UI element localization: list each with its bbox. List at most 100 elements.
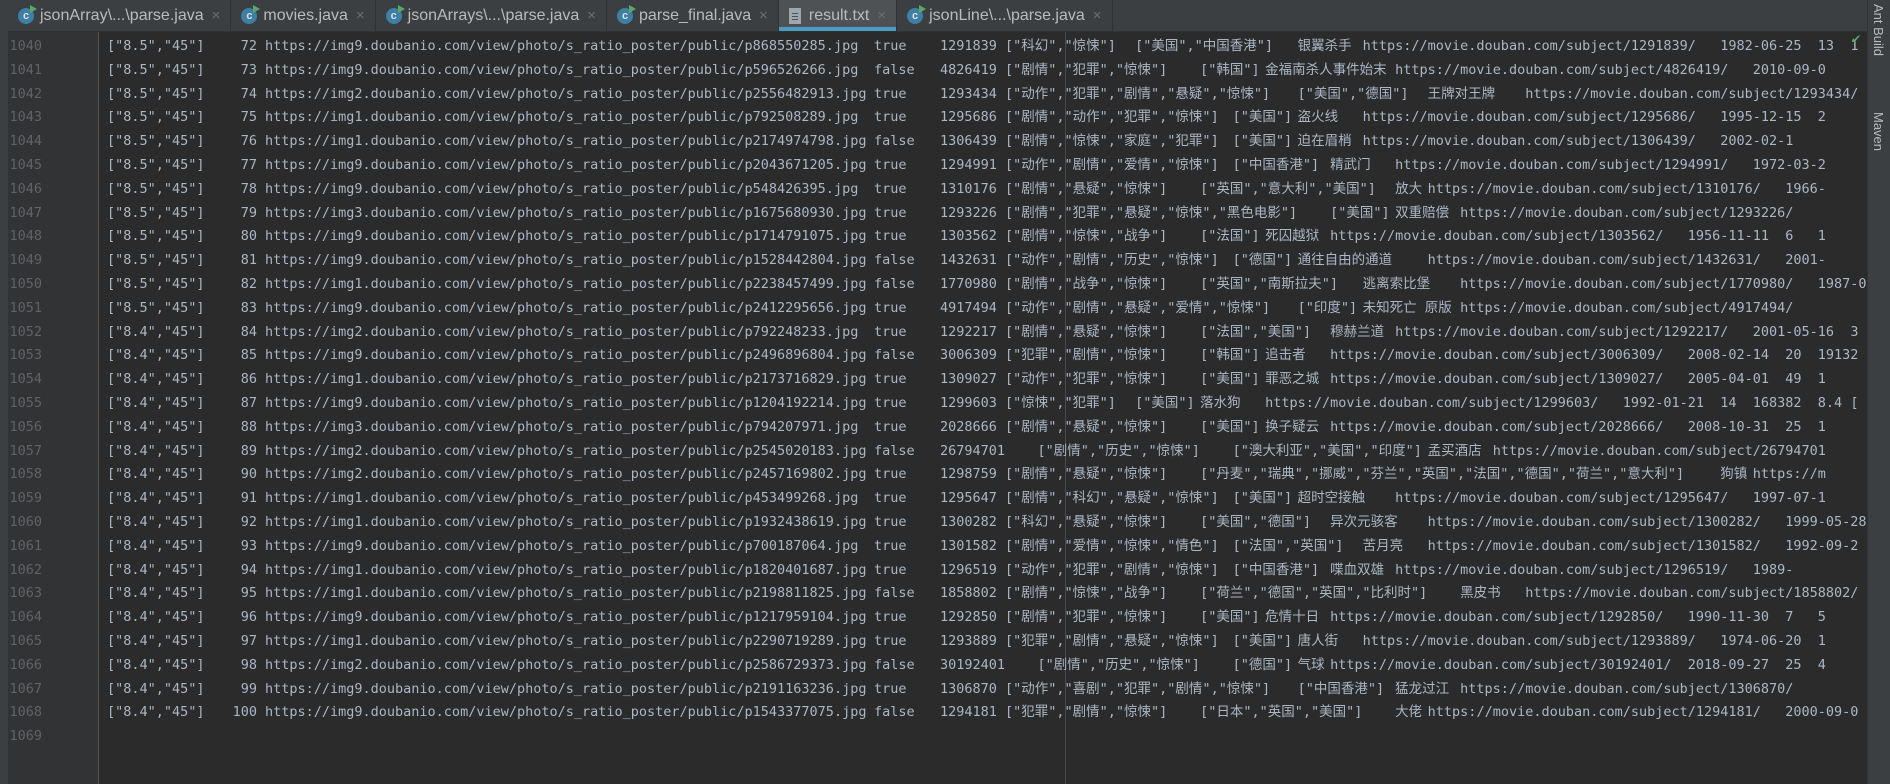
line-number: 1053: [9, 347, 42, 364]
playable-flag-cell: true: [874, 609, 907, 626]
line-number: 1040: [9, 38, 42, 54]
tab-jsonarrays-parse-java[interactable]: c jsonArrays\...\parse.java ×: [376, 0, 608, 31]
text-line[interactable]: 1050 ["8.5","45"] 82 https://img1.doubanio.…: [8, 272, 1868, 296]
text-line[interactable]: 1062 ["8.4","45"] 94 https://img1.doubanio.…: [8, 558, 1868, 582]
line-number: 1046: [9, 180, 42, 197]
text-line[interactable]: 1066 ["8.4","45"] 98 https://img2.doubanio.…: [8, 653, 1868, 677]
text-line[interactable]: 1051 ["8.5","45"] 83 https://img9.doubanio.…: [8, 296, 1868, 320]
line-number: 1055: [9, 395, 42, 411]
rank-cell: 85: [240, 347, 257, 364]
close-tab-icon[interactable]: ×: [356, 7, 365, 24]
inspection-ok-icon[interactable]: ✔: [1852, 31, 1860, 47]
tab-jsonline-parse-java[interactable]: c jsonLine\...\parse.java ×: [897, 0, 1113, 31]
rating-cell: ["8.4","45"]: [107, 490, 205, 507]
poster-url-cell: https://img9.doubanio.com/view/photo/s_r…: [265, 252, 867, 269]
text-line[interactable]: 1060 ["8.4","45"] 92 https://img1.doubanio.…: [8, 510, 1868, 534]
text-line[interactable]: 1055 ["8.4","45"] 87 https://img9.doubanio.…: [8, 391, 1868, 415]
text-line[interactable]: 1065 ["8.4","45"] 97 https://img1.doubanio.…: [8, 629, 1868, 653]
playable-flag-cell: false: [874, 442, 915, 459]
line-number: 1060: [9, 514, 42, 530]
poster-url-cell: https://img1.doubanio.com/view/photo/s_r…: [265, 371, 867, 388]
poster-url-cell: https://img9.doubanio.com/view/photo/s_r…: [265, 228, 867, 245]
poster-url-cell: https://img1.doubanio.com/view/photo/s_r…: [265, 133, 867, 150]
poster-url-cell: https://img1.doubanio.com/view/photo/s_r…: [265, 633, 867, 649]
close-tab-icon[interactable]: ×: [587, 7, 596, 24]
poster-url-cell: https://img2.doubanio.com/view/photo/s_r…: [265, 656, 867, 673]
poster-url-cell: https://img1.doubanio.com/view/photo/s_r…: [265, 561, 867, 578]
remaining-fields: 1295647 ["剧情","科幻","悬疑","惊悚"] ["美国"] 超时空…: [940, 490, 1826, 507]
rank-cell: 92: [240, 514, 257, 530]
text-editor[interactable]: 1040 ["8.5","45"] 72 https://img9.doubanio.…: [8, 32, 1868, 784]
rank-cell: 99: [240, 680, 257, 697]
text-line[interactable]: 1049 ["8.5","45"] 81 https://img9.doubanio.…: [8, 248, 1868, 272]
text-line[interactable]: 1046 ["8.5","45"] 78 https://img9.doubanio.…: [8, 177, 1868, 201]
poster-url-cell: https://img2.doubanio.com/view/photo/s_r…: [265, 466, 867, 483]
text-line[interactable]: 1059 ["8.4","45"] 91 https://img1.doubanio.…: [8, 486, 1868, 510]
text-line[interactable]: 1052 ["8.4","45"] 84 https://img2.doubanio.…: [8, 320, 1868, 344]
text-line[interactable]: 1054 ["8.4","45"] 86 https://img1.doubanio.…: [8, 367, 1868, 391]
tab-label: jsonLine\...\parse.java: [929, 6, 1085, 24]
line-number: 1044: [9, 133, 42, 150]
playable-flag-cell: true: [874, 514, 907, 530]
text-line[interactable]: 1063 ["8.4","45"] 95 https://img1.doubanio.…: [8, 581, 1868, 605]
text-line[interactable]: 1045 ["8.5","45"] 77 https://img9.doubanio.…: [8, 153, 1868, 177]
line-number: 1069: [9, 728, 42, 745]
text-line[interactable]: 1044 ["8.5","45"] 76 https://img1.doubanio.…: [8, 129, 1868, 153]
remaining-fields: 1306870 ["动作","喜剧","犯罪","剧情","惊悚"] ["中国香…: [940, 680, 1794, 697]
playable-flag-cell: true: [874, 418, 907, 435]
text-line[interactable]: 1040 ["8.5","45"] 72 https://img9.doubanio.…: [8, 34, 1868, 58]
line-number: 1062: [9, 561, 42, 578]
rank-cell: 82: [240, 276, 257, 292]
playable-flag-cell: true: [874, 633, 907, 649]
rating-cell: ["8.5","45"]: [107, 252, 205, 269]
tab-movies-java[interactable]: c movies.java ×: [231, 0, 376, 31]
rating-cell: ["8.4","45"]: [107, 418, 205, 435]
ant-build-tool-button[interactable]: Ant Build: [1871, 4, 1886, 56]
playable-flag-cell: false: [874, 585, 915, 602]
text-line[interactable]: 1053 ["8.4","45"] 85 https://img9.doubanio.…: [8, 343, 1868, 367]
remaining-fields: 4917494 ["动作","剧情","悬疑","爱情","惊悚"] ["印度"…: [940, 299, 1794, 316]
text-line[interactable]: 1041 ["8.5","45"] 73 https://img9.doubanio.…: [8, 58, 1868, 82]
rating-cell: ["8.4","45"]: [107, 609, 205, 626]
line-number: 1061: [9, 537, 42, 554]
text-line[interactable]: 1067 ["8.4","45"] 99 https://img9.doubanio.…: [8, 677, 1868, 701]
poster-url-cell: https://img9.doubanio.com/view/photo/s_r…: [265, 61, 859, 78]
tab-result-txt[interactable]: result.txt ×: [778, 0, 898, 31]
rating-cell: ["8.5","45"]: [107, 180, 205, 197]
text-line[interactable]: 1064 ["8.4","45"] 96 https://img9.doubanio.…: [8, 605, 1868, 629]
line-number: 1067: [9, 680, 42, 697]
close-tab-icon[interactable]: ×: [212, 7, 221, 24]
playable-flag-cell: true: [874, 466, 907, 483]
rating-cell: ["8.4","45"]: [107, 561, 205, 578]
poster-url-cell: https://img1.doubanio.com/view/photo/s_r…: [265, 514, 867, 530]
close-tab-icon[interactable]: ×: [759, 7, 768, 24]
remaining-fields: 2028666 ["剧情","悬疑","惊悚"] ["美国"] 换子疑云 htt…: [940, 418, 1826, 435]
rank-cell: 96: [240, 609, 257, 626]
tab-jsonarray-parse-java[interactable]: c jsonArray\...\parse.java ×: [8, 0, 232, 31]
maven-tool-button[interactable]: Maven: [1871, 112, 1886, 151]
line-number: 1041: [9, 61, 42, 78]
text-line[interactable]: 1043 ["8.5","45"] 75 https://img1.doubanio.…: [8, 105, 1868, 129]
text-line[interactable]: 1056 ["8.4","45"] 88 https://img3.doubanio.…: [8, 415, 1868, 439]
close-tab-icon[interactable]: ×: [877, 7, 886, 24]
rating-cell: ["8.4","45"]: [107, 680, 205, 697]
text-line[interactable]: 1058 ["8.4","45"] 90 https://img2.doubanio.…: [8, 462, 1868, 486]
close-tab-icon[interactable]: ×: [1093, 7, 1102, 24]
poster-url-cell: https://img9.doubanio.com/view/photo/s_r…: [265, 680, 867, 697]
rank-cell: 93: [240, 537, 257, 554]
remaining-fields: 1293889 ["犯罪","剧情","悬疑","惊悚"] ["美国"] 唐人街…: [940, 633, 1826, 649]
text-line[interactable]: 1047 ["8.5","45"] 79 https://img3.doubanio.…: [8, 201, 1868, 225]
text-line[interactable]: 1042 ["8.5","45"] 74 https://img2.doubanio.…: [8, 82, 1868, 106]
line-number: 1059: [9, 490, 42, 507]
text-line[interactable]: 1057 ["8.4","45"] 89 https://img2.doubanio.…: [8, 439, 1868, 463]
poster-url-cell: https://img9.doubanio.com/view/photo/s_r…: [265, 38, 859, 54]
tab-parse-final-java[interactable]: c parse_final.java ×: [607, 0, 779, 31]
text-line[interactable]: 1068 ["8.4","45"] 100 https://img9.doubanio…: [8, 700, 1868, 724]
text-line[interactable]: 1048 ["8.5","45"] 80 https://img9.doubanio.…: [8, 224, 1868, 248]
text-line[interactable]: 1069: [8, 724, 1868, 748]
tab-label: movies.java: [263, 6, 348, 24]
playable-flag-cell: false: [874, 252, 915, 269]
line-number: 1057: [9, 442, 42, 459]
remaining-fields: 1291839 ["科幻","惊悚"] ["美国","中国香港"] 银翼杀手 h…: [940, 38, 1859, 54]
text-line[interactable]: 1061 ["8.4","45"] 93 https://img9.doubanio.…: [8, 534, 1868, 558]
